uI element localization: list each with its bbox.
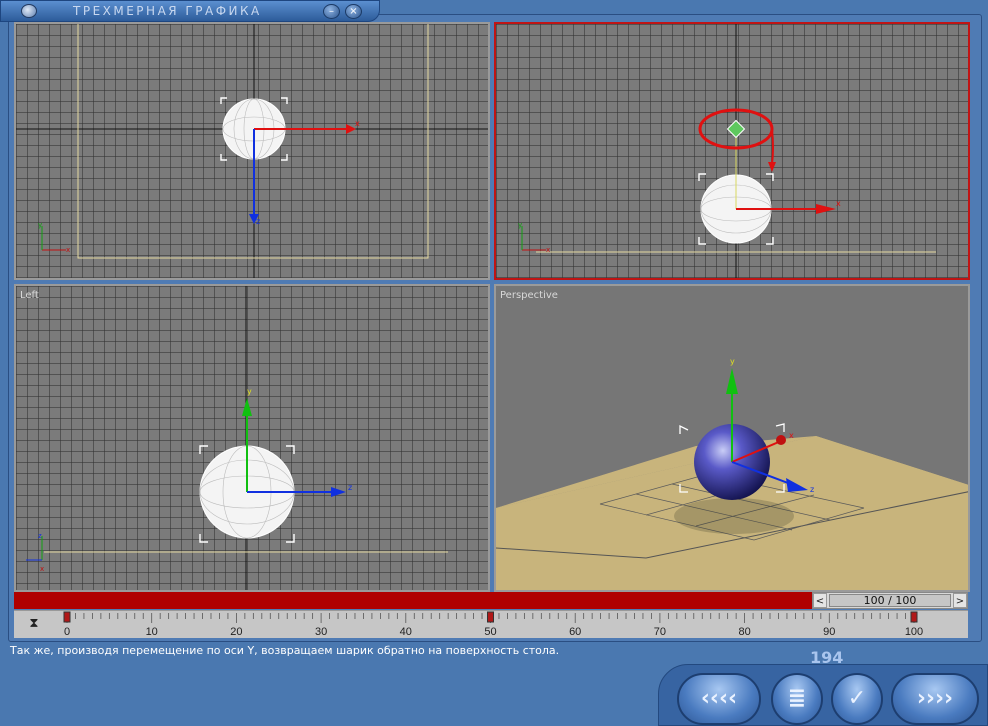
key-frame-marker [910, 611, 918, 623]
key-frame-marker [487, 611, 494, 623]
window-title: ТРЕХМЕРНАЯ ГРАФИКА [73, 4, 262, 18]
view-axis-icon: z x [26, 532, 44, 573]
track-bar[interactable] [14, 592, 812, 609]
left-view-scene: y z z x [26, 286, 448, 590]
gizmo-x-label: x [836, 199, 841, 208]
check-button[interactable]: ✓ [831, 673, 883, 725]
timeline-tick-label: 10 [146, 626, 158, 638]
front-view-scene: x x y [518, 24, 936, 278]
gizmo-x-label: x [789, 431, 794, 440]
gizmo-y-label: y [730, 357, 735, 366]
viewport-label: Perspective [500, 290, 558, 301]
timeline-tick-label: 50 [484, 626, 496, 638]
svg-text:x: x [40, 565, 44, 573]
svg-text:x: x [546, 246, 550, 254]
perspective-scene: y x z [496, 357, 968, 590]
app-window: ТРЕХМЕРНАЯ ГРАФИКА – × x z x y x x y y z… [0, 0, 988, 726]
svg-text:y: y [518, 221, 522, 229]
close-button[interactable]: × [345, 4, 362, 19]
timeline-tick-label: 80 [738, 626, 750, 638]
svg-text:x: x [66, 246, 70, 254]
timeline-tick-label: 70 [654, 626, 666, 638]
minimize-button[interactable]: – [323, 4, 340, 19]
forward-button[interactable]: ›››› [891, 673, 979, 725]
navigation-panel: ‹‹‹‹ ≣ ✓ ›››› [658, 664, 988, 726]
viewport-left[interactable]: y z z x Left [14, 284, 490, 592]
move-cursor [726, 119, 746, 139]
key-frame-marker [63, 611, 71, 623]
time-slider-thumb[interactable]: 100 / 100 [829, 594, 951, 607]
gizmo-z-label: z [256, 217, 260, 226]
timeline-ruler[interactable]: ⧗ 0 10 20 30 40 50 60 70 80 90 100 [14, 610, 968, 638]
svg-text:y: y [38, 221, 42, 229]
time-slider[interactable]: < 100 / 100 > [812, 592, 968, 609]
lesson-text: Так же, производя перемещение по оси Y, … [10, 644, 560, 657]
menu-button[interactable]: ≣ [771, 673, 823, 725]
view-axis-icon: x y [518, 221, 550, 254]
timeline-tick-label: 90 [823, 626, 835, 638]
view-axis-icon: x y [38, 221, 70, 254]
viewport-front[interactable]: x x y [494, 22, 970, 280]
title-bar[interactable]: ТРЕХМЕРНАЯ ГРАФИКА – × [0, 0, 380, 22]
timeline-tick-label: 100 [905, 626, 923, 638]
timeline-tick-label: 0 [64, 626, 70, 638]
timeline-tick-label: 40 [400, 626, 412, 638]
gizmo-z-label: z [810, 485, 814, 494]
system-menu-icon[interactable] [21, 4, 37, 18]
timeline-tick-label: 20 [230, 626, 242, 638]
timeline-tick-label: 60 [569, 626, 581, 638]
timeline-scale: 0 10 20 30 40 50 60 70 80 90 100 [63, 611, 923, 638]
gizmo-y-label: y [247, 387, 252, 396]
viewport-label: Left [20, 290, 39, 301]
prev-frame-button[interactable]: < [813, 593, 827, 608]
gizmo-z-label: z [348, 483, 352, 492]
svg-text:z: z [38, 532, 42, 540]
top-view-scene: x z x y [16, 24, 488, 278]
next-frame-button[interactable]: > [953, 593, 967, 608]
back-button[interactable]: ‹‹‹‹ [677, 673, 761, 725]
gizmo-x-label: x [355, 119, 360, 128]
timeline-tick-label: 30 [315, 626, 327, 638]
viewport-perspective[interactable]: y x z Perspective [494, 284, 970, 592]
viewport-top[interactable]: x z x y [14, 22, 490, 280]
